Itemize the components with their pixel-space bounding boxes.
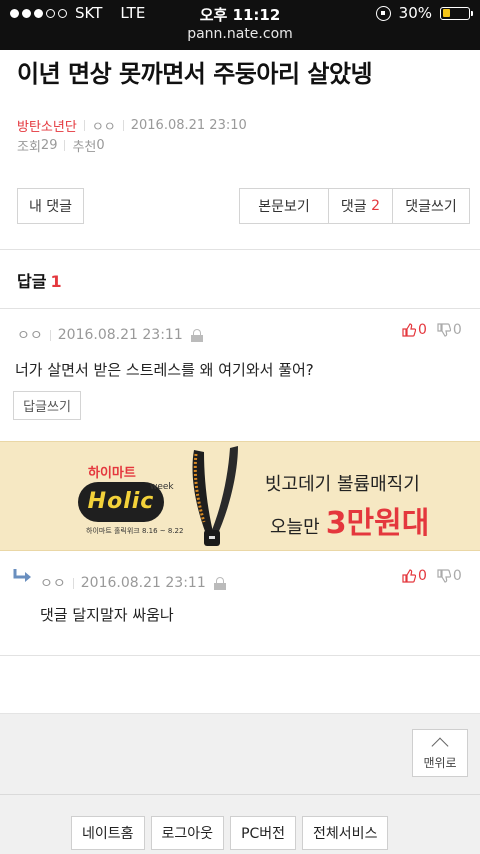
upvote-button[interactable]: 0 xyxy=(402,322,427,338)
divider xyxy=(72,577,74,589)
view-post-button[interactable]: 본문보기 xyxy=(240,189,329,223)
comment-meta: ㅇㅇ 2016.08.21 23:11 xyxy=(17,325,203,345)
ad-dates: 하이마트 홀릭위크 8.16 ~ 8.22 xyxy=(86,527,184,535)
post-title: 이년 면상 못까면서 주둥아리 살았넹 xyxy=(17,60,373,88)
battery-percent: 30% xyxy=(398,4,432,22)
carrier-name: SKT xyxy=(75,4,103,22)
post-meta: 방탄소년단 ㅇㅇ 2016.08.21 23:10 xyxy=(17,116,247,135)
comments-tab[interactable]: 댓글 2 xyxy=(329,189,393,223)
thumbs-down-icon xyxy=(437,323,451,337)
hair-iron-product-image xyxy=(192,446,238,546)
url-bar[interactable]: pann.nate.com xyxy=(0,26,480,50)
status-and-url-bar: SKT LTE 오후 11:12 30% pann.nate.com xyxy=(0,0,480,50)
comment-text: 너가 살면서 받은 스트레스를 왜 여기와서 풀어? xyxy=(15,361,314,379)
ad-price: 3만원대 xyxy=(325,506,430,541)
pc-version-button[interactable]: PC버전 xyxy=(230,816,297,850)
lock-icon xyxy=(190,328,203,342)
divider xyxy=(83,120,85,131)
rotation-lock-icon xyxy=(375,5,391,21)
comment-author: ㅇㅇ xyxy=(17,328,43,344)
divider xyxy=(64,140,66,151)
divider xyxy=(0,249,480,250)
comment-votes: 0 0 xyxy=(392,568,462,584)
scroll-to-top-button[interactable]: 맨위로 xyxy=(412,729,468,777)
network-type: LTE xyxy=(120,4,146,22)
comment-actions: 본문보기 댓글 2 댓글쓰기 xyxy=(239,188,470,224)
chevron-up-icon xyxy=(431,737,449,754)
recommend-label: 추천 xyxy=(72,140,97,155)
thumbs-up-icon xyxy=(402,569,416,583)
ad-logo-sub: week xyxy=(150,482,174,492)
signal-strength-icon xyxy=(10,8,67,18)
upvote-count: 0 xyxy=(418,568,427,584)
divider xyxy=(122,120,124,131)
downvote-button[interactable]: 0 xyxy=(437,322,462,338)
recommend-count: 0 xyxy=(96,138,105,153)
ad-headline: 빗고데기 볼륨매직기 xyxy=(265,474,420,495)
views-label: 조회 xyxy=(17,140,41,155)
post-date: 2016.08.21 23:10 xyxy=(130,118,247,133)
all-services-button[interactable]: 전체서비스 xyxy=(302,816,389,850)
write-comment-button[interactable]: 댓글쓰기 xyxy=(393,189,469,223)
comment-author: ㅇㅇ xyxy=(40,576,66,592)
scroll-to-top-label: 맨위로 xyxy=(423,755,457,770)
downvote-count: 0 xyxy=(452,322,462,338)
ad-brand: 하이마트 xyxy=(88,466,136,481)
ad-price-line: 오늘만 3만원대 xyxy=(270,498,429,542)
views-count: 29 xyxy=(40,138,58,153)
my-comments-button[interactable]: 내 댓글 xyxy=(17,188,84,224)
comment-date: 2016.08.21 23:11 xyxy=(80,575,206,591)
ad-banner[interactable]: 하이마트 Holic week 하이마트 홀릭위크 8.16 ~ 8.22 빗고… xyxy=(0,441,480,551)
post-author: ㅇㅇ xyxy=(91,120,116,135)
divider xyxy=(0,794,480,795)
comment-meta: ㅇㅇ 2016.08.21 23:11 xyxy=(40,573,226,593)
divider xyxy=(49,329,51,341)
replies-count: 1 xyxy=(50,272,62,291)
downvote-button[interactable]: 0 xyxy=(437,568,462,584)
battery-icon xyxy=(440,6,473,20)
downvote-count: 0 xyxy=(452,568,462,584)
comment-votes: 0 0 xyxy=(392,322,462,338)
comment-date: 2016.08.21 23:11 xyxy=(57,327,183,343)
upvote-button[interactable]: 0 xyxy=(402,568,427,584)
upvote-count: 0 xyxy=(418,322,427,338)
replies-label: 답글 xyxy=(17,272,47,291)
comments-label: 댓글 xyxy=(340,199,367,215)
thumbs-up-icon xyxy=(402,323,416,337)
footer-links: 네이트홈 로그아웃 PC버전 전체서비스 xyxy=(71,816,389,850)
logout-button[interactable]: 로그아웃 xyxy=(150,816,225,850)
lock-icon xyxy=(213,576,226,590)
post-category[interactable]: 방탄소년단 xyxy=(17,116,77,135)
divider xyxy=(0,655,480,656)
comment-text: 댓글 달지말자 싸움나 xyxy=(40,606,174,624)
comments-count: 2 xyxy=(371,198,381,214)
write-reply-button[interactable]: 답글쓰기 xyxy=(13,391,81,420)
status-bar: SKT LTE 오후 11:12 30% xyxy=(0,0,480,26)
nate-home-button[interactable]: 네이트홈 xyxy=(71,816,145,850)
post-stats: 조회 29 추천 0 xyxy=(17,136,105,155)
ad-price-prefix: 오늘만 xyxy=(270,517,320,538)
battery-fill xyxy=(442,9,450,17)
reply-arrow-icon xyxy=(13,569,31,582)
thumbs-down-icon xyxy=(437,569,451,583)
replies-heading: 답글 1 xyxy=(17,268,62,292)
divider xyxy=(0,308,480,309)
